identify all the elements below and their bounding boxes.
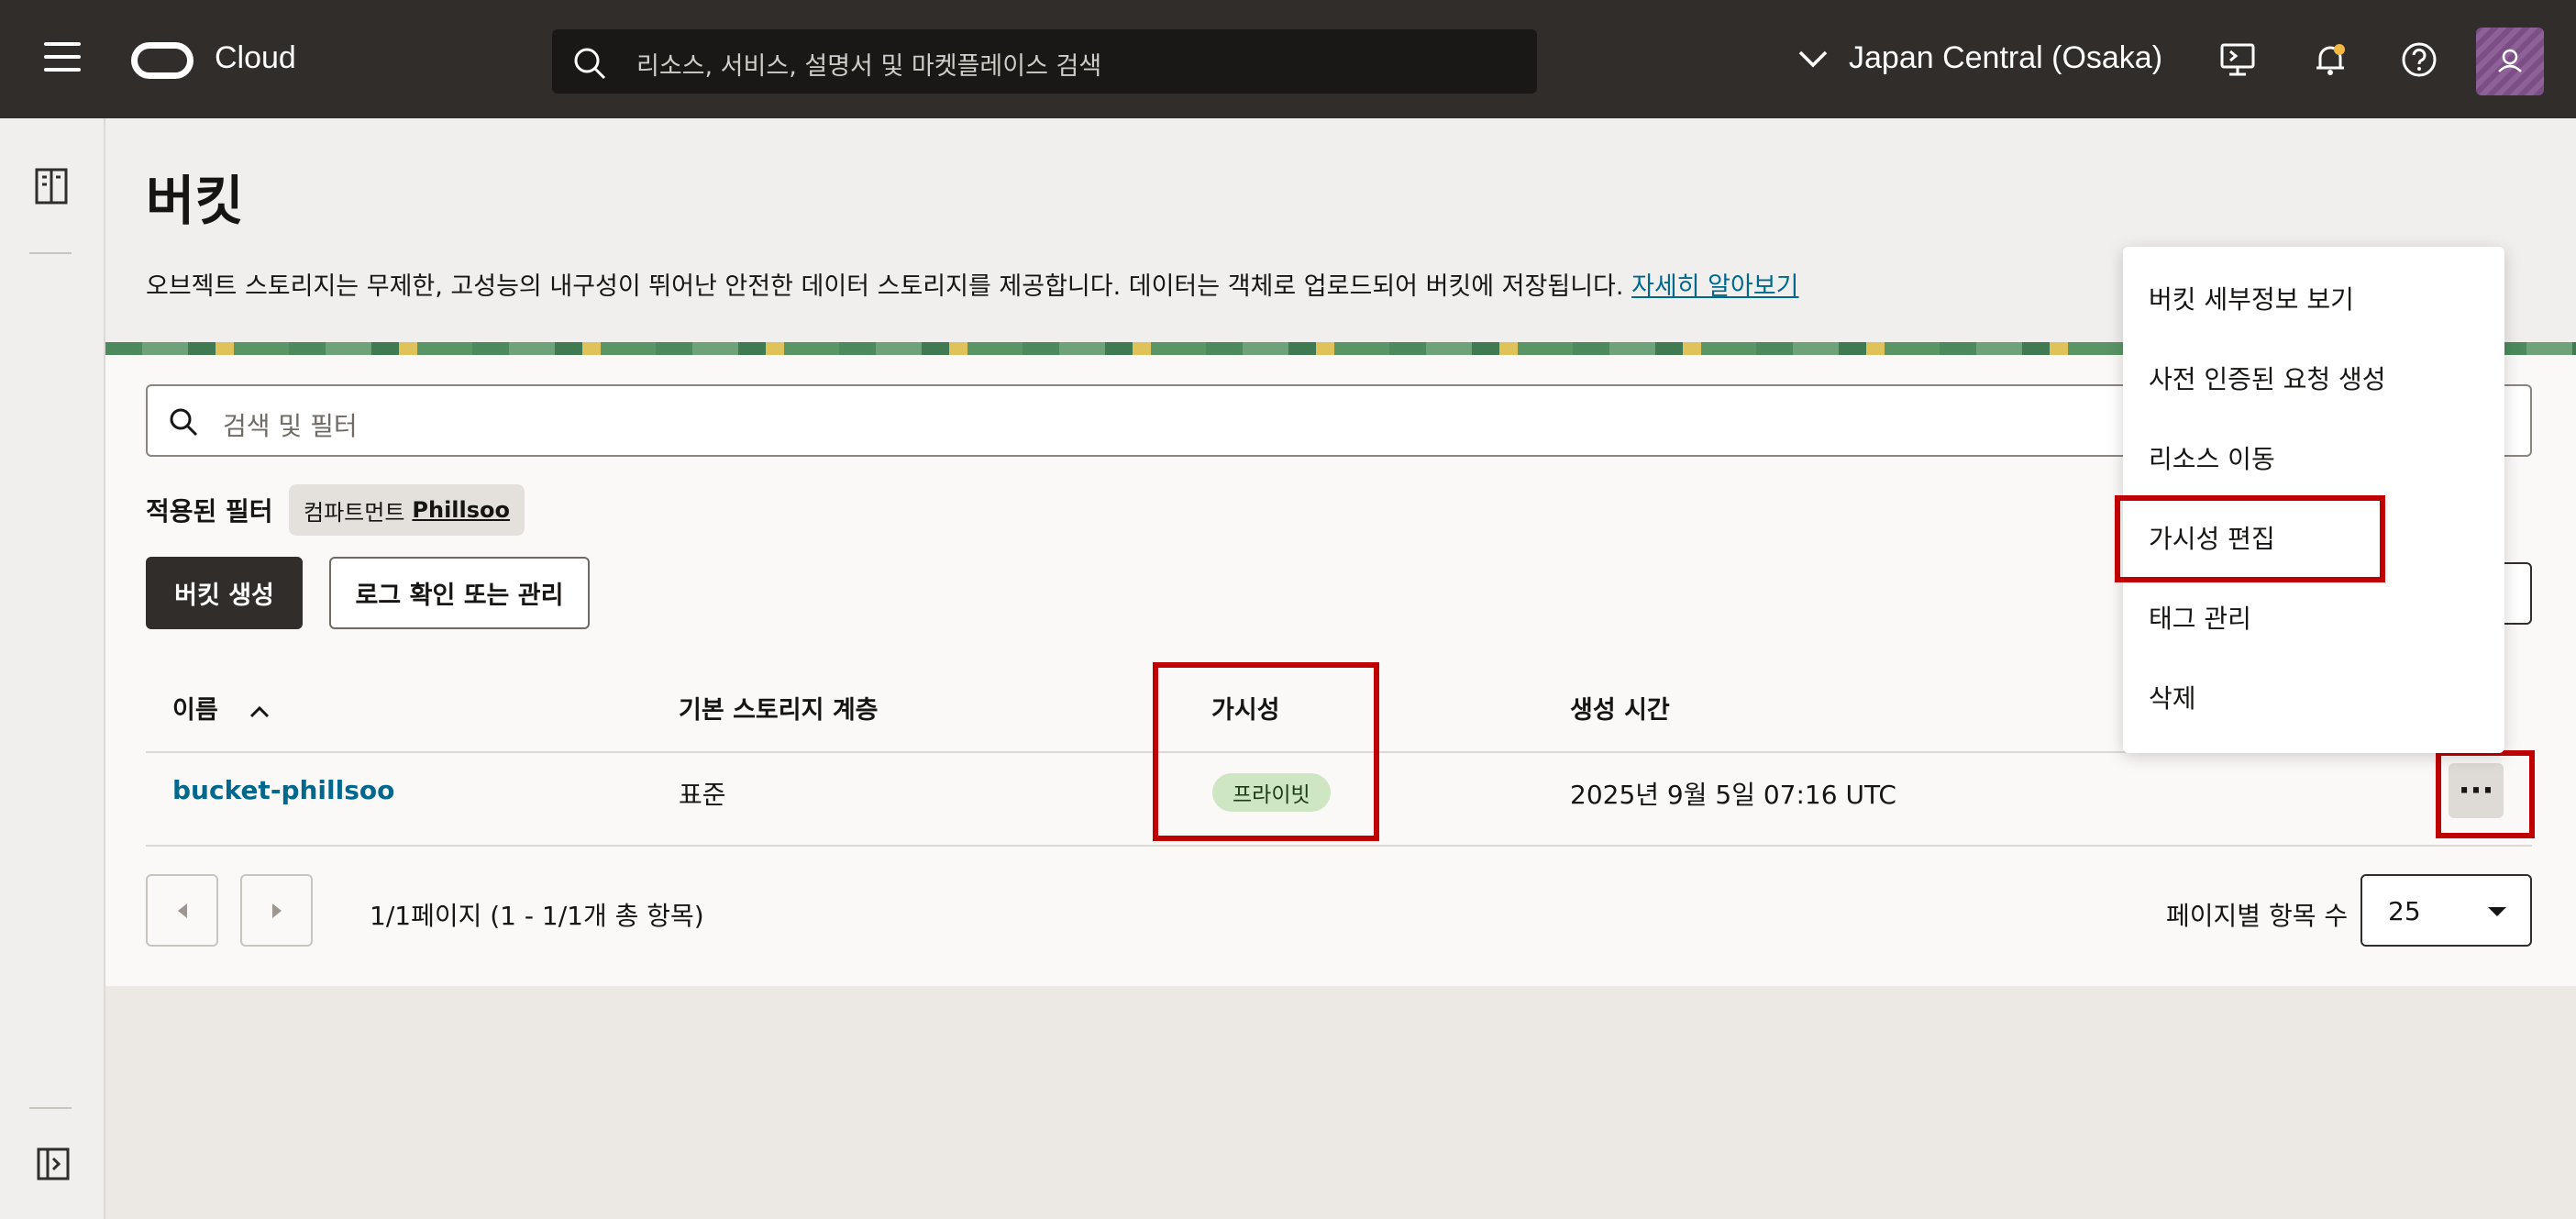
region-label: Japan Central (Osaka) bbox=[1849, 40, 2163, 75]
chevron-down-icon bbox=[1798, 50, 1828, 67]
sort-ascending-icon[interactable] bbox=[249, 704, 271, 719]
page-title: 버킷 bbox=[146, 170, 244, 232]
page-description: 오브젝트 스토리지는 무제한, 고성능의 내구성이 뛰어난 안전한 데이터 스토… bbox=[146, 266, 1799, 302]
brand-label[interactable]: Cloud bbox=[215, 40, 296, 76]
caret-down-icon bbox=[2488, 907, 2506, 916]
previous-page-button[interactable] bbox=[146, 874, 218, 947]
bell-icon[interactable] bbox=[2311, 40, 2349, 79]
column-header-tier[interactable]: 기본 스토리지 계층 bbox=[679, 690, 879, 726]
menu-item-create-par[interactable]: 사전 인증된 요청 생성 bbox=[2149, 360, 2386, 396]
top-bar: Cloud 리소스, 서비스, 설명서 및 마켓플레이스 검색 Japan Ce… bbox=[0, 0, 2576, 118]
left-sidebar bbox=[0, 118, 105, 1219]
visibility-column-highlight bbox=[1153, 662, 1379, 841]
column-header-created[interactable]: 생성 시간 bbox=[1570, 690, 1670, 726]
menu-item-view-details[interactable]: 버킷 세부정보 보기 bbox=[2149, 280, 2354, 316]
bucket-tier: 표준 bbox=[679, 780, 726, 810]
filter-search-placeholder: 검색 및 필터 bbox=[223, 411, 358, 441]
region-selector[interactable]: Japan Central (Osaka) bbox=[1797, 40, 2162, 76]
menu-icon[interactable] bbox=[44, 42, 81, 75]
help-icon[interactable] bbox=[2400, 40, 2438, 79]
compartment-filter-chip[interactable]: 컴파트먼트 Phillsoo bbox=[289, 484, 525, 536]
create-bucket-button[interactable]: 버킷 생성 bbox=[146, 557, 303, 629]
pagination-summary: 1/1페이지 (1 - 1/1개 총 항목) bbox=[370, 901, 704, 931]
sidebar-divider bbox=[29, 252, 72, 254]
chip-prefix: 컴파트먼트 bbox=[304, 499, 405, 526]
chevron-right-icon bbox=[271, 903, 282, 918]
background-area bbox=[105, 986, 2576, 1219]
applied-filters-label: 적용된 필터 bbox=[146, 496, 273, 526]
oracle-logo-icon[interactable] bbox=[131, 42, 193, 79]
per-page-label: 페이지별 항목 수 bbox=[2166, 901, 2349, 931]
table-divider bbox=[146, 845, 2532, 847]
menu-item-manage-tags[interactable]: 태그 관리 bbox=[2149, 599, 2251, 636]
learn-more-link[interactable]: 자세히 알아보기 bbox=[1631, 272, 1798, 301]
bucket-created-time: 2025년 9월 5일 07:16 UTC bbox=[1570, 780, 1896, 810]
expand-panel-icon[interactable] bbox=[37, 1147, 70, 1180]
per-page-value: 25 bbox=[2388, 896, 2421, 926]
sidebar-divider bbox=[29, 1107, 72, 1109]
chevron-left-icon bbox=[177, 903, 187, 918]
next-page-button[interactable] bbox=[240, 874, 313, 947]
global-search-input[interactable]: 리소스, 서비스, 설명서 및 마켓플레이스 검색 bbox=[552, 29, 1537, 94]
menu-item-move-resource[interactable]: 리소스 이동 bbox=[2149, 439, 2275, 476]
search-icon bbox=[170, 408, 198, 437]
search-icon bbox=[574, 48, 606, 80]
view-logs-button[interactable]: 로그 확인 또는 관리 bbox=[329, 557, 590, 629]
cloud-shell-icon[interactable] bbox=[2218, 40, 2257, 79]
global-search-placeholder: 리소스, 서비스, 설명서 및 마켓플레이스 검색 bbox=[636, 52, 1102, 81]
bucket-name-link[interactable]: bucket-phillsoo bbox=[172, 775, 394, 805]
per-page-select[interactable]: 25 bbox=[2360, 874, 2532, 947]
row-actions-highlight bbox=[2436, 750, 2535, 838]
column-header-name[interactable]: 이름 bbox=[172, 690, 271, 726]
profile-icon[interactable] bbox=[2476, 28, 2544, 95]
edit-visibility-highlight bbox=[2115, 495, 2385, 582]
menu-item-delete[interactable]: 삭제 bbox=[2149, 679, 2196, 715]
chip-value[interactable]: Phillsoo bbox=[412, 497, 510, 523]
resources-icon[interactable] bbox=[35, 168, 68, 205]
column-header-name-label: 이름 bbox=[172, 696, 218, 725]
description-text: 오브젝트 스토리지는 무제한, 고성능의 내구성이 뛰어난 안전한 데이터 스토… bbox=[146, 272, 1624, 301]
